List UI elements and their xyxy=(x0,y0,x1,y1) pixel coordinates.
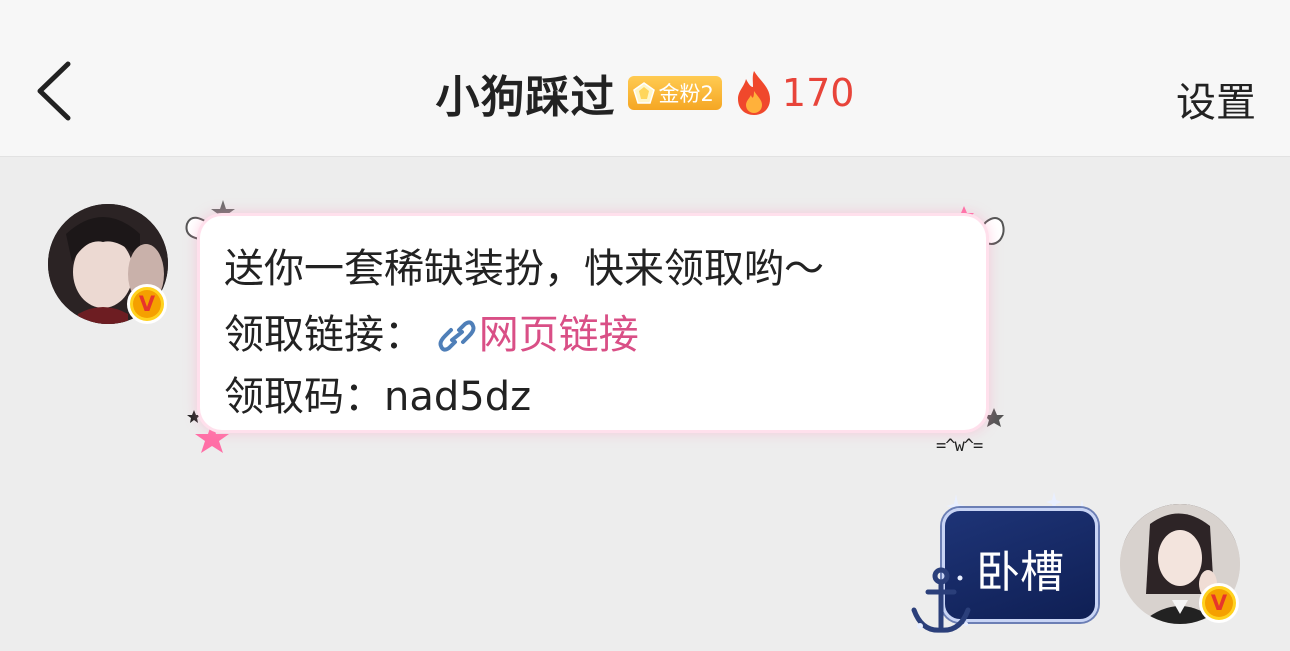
settings-button[interactable]: 设置 xyxy=(1176,70,1256,128)
fire-icon xyxy=(737,71,770,115)
verified-badge: V xyxy=(127,284,167,324)
message-text-line: 送你一套稀缺装扮，快来领取哟～ xyxy=(224,246,824,292)
fan-level-badge[interactable]: 金粉2 xyxy=(627,76,722,110)
link-prefix: 领取链接： xyxy=(224,312,424,358)
top-bar: 小狗踩过 金粉2 170 设置 xyxy=(0,0,1290,157)
chat-title-group: 小狗踩过 金粉2 170 xyxy=(0,64,1290,123)
web-link-label: 网页链接 xyxy=(478,312,639,358)
chat-title: 小狗踩过 xyxy=(435,72,616,123)
link-icon xyxy=(438,320,476,352)
fan-level-label: 金粉2 xyxy=(658,82,714,106)
verified-v-icon: V xyxy=(133,290,161,318)
fire-count: 170 xyxy=(781,71,855,115)
link-line: 领取链接： 网页链接 xyxy=(224,302,639,360)
emote-decoration: =^w^= xyxy=(936,436,983,456)
claim-code-line: 领取码：nad5dz xyxy=(224,374,532,420)
diamond-icon xyxy=(632,82,655,104)
verified-badge: V xyxy=(1199,583,1239,623)
verified-v-icon: V xyxy=(1205,589,1233,617)
anchor-icon xyxy=(911,567,971,633)
web-link[interactable]: 网页链接 xyxy=(437,312,639,358)
